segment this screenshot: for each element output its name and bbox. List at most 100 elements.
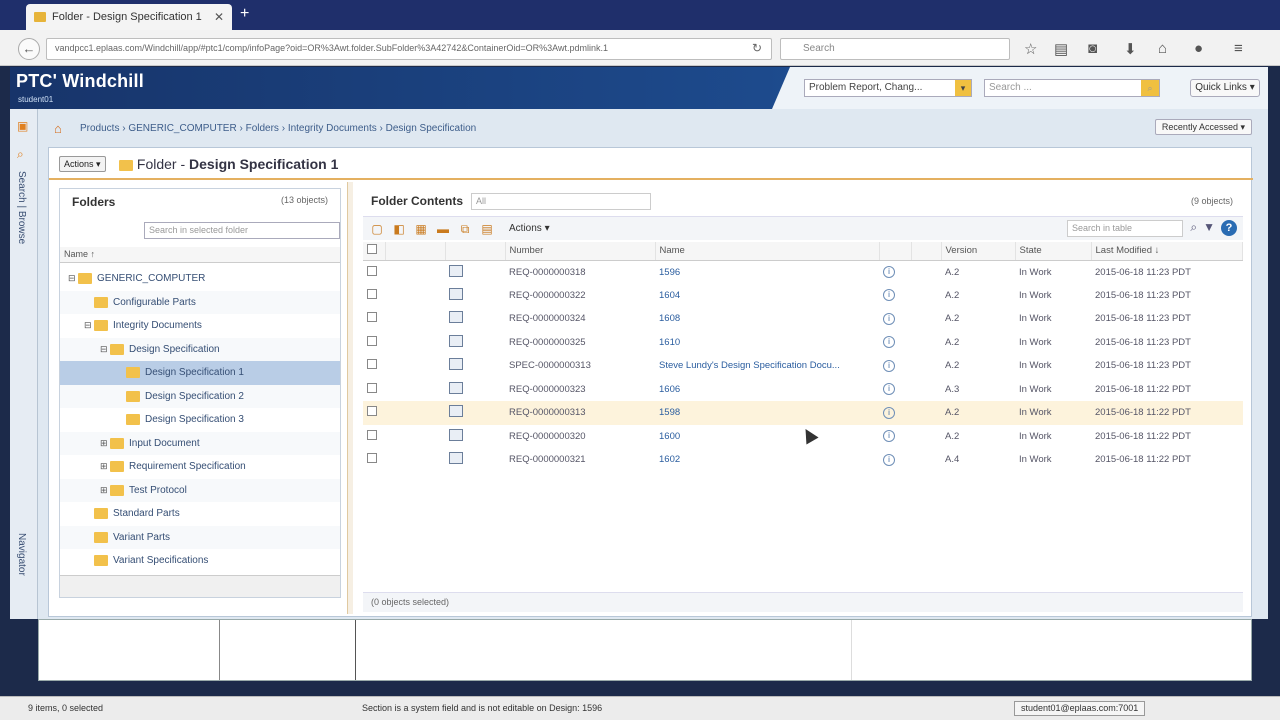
close-tab-icon[interactable]: ✕	[214, 10, 224, 24]
breadcrumb[interactable]: Products › GENERIC_COMPUTER › Folders › …	[80, 123, 476, 134]
browser-tab[interactable]: Folder - Design Specification 1 ✕	[26, 4, 232, 30]
row-checkbox[interactable]	[367, 288, 377, 299]
expand-toggle-icon[interactable]: ⊟	[68, 273, 78, 284]
table-row[interactable]: REQ-0000000318 1596 i A.2 In Work 2015-06-18 …	[363, 260, 1243, 284]
table-row[interactable]: REQ-0000000313 1598 i A.2 In Work 2015-06-18 …	[363, 401, 1243, 425]
browser-search-input[interactable]: Search	[780, 38, 1010, 60]
table-row[interactable]: REQ-0000000323 1606 i A.3 In Work 2015-06-18 …	[363, 378, 1243, 402]
panel-splitter[interactable]	[347, 182, 353, 614]
new-document-icon[interactable]: ▢	[369, 221, 385, 237]
tree-item[interactable]: Standard Parts	[60, 502, 340, 526]
expand-toggle-icon[interactable]: ⊞	[100, 461, 110, 472]
select-all-header[interactable]	[363, 242, 386, 261]
chevron-down-icon[interactable]: ▾	[955, 80, 971, 96]
info-icon[interactable]: i	[883, 453, 895, 466]
tree-item[interactable]: Variant Specifications	[60, 549, 340, 573]
cell-name[interactable]: 1596	[655, 260, 879, 284]
navigator-label[interactable]: Navigator	[16, 533, 27, 576]
reload-icon[interactable]: ↻	[752, 41, 762, 55]
tree-item[interactable]: ⊞ Input Document	[60, 431, 340, 455]
quick-links-button[interactable]: Quick Links ▾	[1190, 79, 1260, 97]
tree-item[interactable]: ⊞ Test Protocol	[60, 478, 340, 502]
chat-icon[interactable]: ●	[1194, 40, 1203, 57]
bookmarks-list-icon[interactable]: ▤	[1054, 40, 1068, 58]
search-go-icon[interactable]: ⌕	[1141, 80, 1159, 96]
cell-name[interactable]: 1598	[655, 401, 879, 425]
column-number[interactable]: Number	[505, 242, 656, 261]
tree-item[interactable]: ⊞ Requirement Specification	[60, 455, 340, 479]
row-checkbox[interactable]	[367, 429, 377, 440]
column-version[interactable]: Version	[941, 242, 1016, 261]
cell-name[interactable]: 1610	[655, 331, 879, 355]
column-last-modified[interactable]: Last Modified ↓	[1091, 242, 1243, 261]
address-bar[interactable]: vandpcc1.eplaas.com/Windchill/app/#ptc1/…	[46, 38, 772, 60]
info-icon[interactable]: i	[883, 383, 895, 396]
tree-item[interactable]: ⊟ Design Specification	[60, 337, 340, 361]
column-name[interactable]: Name	[655, 242, 880, 261]
cell-name[interactable]: 1606	[655, 378, 879, 402]
download-icon[interactable]: ⬇	[1124, 40, 1137, 58]
expand-toggle-icon[interactable]: ⊞	[100, 485, 110, 496]
cell-name[interactable]: 1602	[655, 448, 879, 472]
search-type-select[interactable]: Problem Report, Chang... ▾	[804, 79, 972, 97]
tree-column-name[interactable]: Name ↑	[60, 247, 340, 263]
tree-item[interactable]: ⊟ Integrity Documents	[60, 314, 340, 338]
new-tab-icon[interactable]: +	[240, 5, 249, 23]
folder-add-icon[interactable]: ▬	[435, 221, 451, 237]
cell-name[interactable]: 1600	[655, 425, 879, 449]
folder-search-input[interactable]: Search in selected folder	[144, 222, 340, 239]
new-part-icon[interactable]: ◧	[391, 221, 407, 237]
info-icon[interactable]: i	[883, 312, 895, 325]
row-checkbox[interactable]	[367, 265, 377, 276]
home-breadcrumb-icon[interactable]: ⌂	[54, 121, 62, 136]
view-select[interactable]: All	[471, 192, 651, 210]
expand-toggle-icon[interactable]: ⊟	[84, 320, 94, 331]
table-row[interactable]: REQ-0000000324 1608 i A.2 In Work 2015-06-18 …	[363, 307, 1243, 331]
tree-item[interactable]: Variant Parts	[60, 525, 340, 549]
filter-icon[interactable]: ▼	[1203, 220, 1215, 236]
tree-item[interactable]: Configurable Parts	[60, 290, 340, 314]
back-button[interactable]: ←	[18, 38, 40, 60]
row-checkbox[interactable]	[367, 406, 377, 417]
expand-toggle-icon[interactable]: ⊞	[100, 438, 110, 449]
table-row[interactable]: REQ-0000000322 1604 i A.2 In Work 2015-06-18 …	[363, 284, 1243, 308]
search-table-icon[interactable]: ⌕	[1190, 220, 1197, 236]
row-checkbox[interactable]	[367, 312, 377, 323]
info-icon[interactable]: i	[883, 359, 895, 372]
recent-icon[interactable]: ▣	[17, 119, 31, 133]
row-checkbox[interactable]	[367, 453, 377, 464]
copy-icon[interactable]: ⧉	[457, 221, 473, 237]
column-state[interactable]: State	[1015, 242, 1092, 261]
tree-item[interactable]: Design Specification 2	[60, 384, 340, 408]
recently-accessed-button[interactable]: Recently Accessed ▾	[1154, 119, 1252, 135]
home-icon[interactable]: ⌂	[1158, 40, 1167, 57]
table-row[interactable]: REQ-0000000325 1610 i A.2 In Work 2015-06-18 …	[363, 331, 1243, 355]
help-icon[interactable]: ?	[1221, 220, 1237, 236]
info-icon[interactable]: i	[883, 336, 895, 349]
bookmark-star-icon[interactable]: ☆	[1024, 40, 1037, 58]
row-checkbox[interactable]	[367, 359, 377, 370]
select-all-checkbox[interactable]	[367, 244, 377, 255]
cell-name[interactable]: Steve Lundy's Design Specification Docu.…	[655, 354, 879, 378]
search-browse-label[interactable]: Search | Browse	[16, 171, 27, 244]
info-icon[interactable]: i	[883, 289, 895, 302]
contents-actions-button[interactable]: Actions ▾	[509, 223, 550, 234]
info-icon[interactable]: i	[883, 430, 895, 443]
new-folder-icon[interactable]: ▦	[413, 221, 429, 237]
cell-name[interactable]: 1608	[655, 307, 879, 331]
table-row[interactable]: SPEC-0000000313 Steve Lundy's Design Spec…	[363, 354, 1243, 378]
actions-button[interactable]: Actions ▾	[59, 156, 106, 172]
info-icon[interactable]: i	[883, 406, 895, 419]
tree-item[interactable]: ⊟ GENERIC_COMPUTER	[60, 267, 340, 291]
expand-toggle-icon[interactable]: ⊟	[100, 344, 110, 355]
info-icon[interactable]: i	[883, 266, 895, 278]
menu-icon[interactable]: ≡	[1234, 40, 1243, 57]
tree-item[interactable]: Design Specification 3	[60, 408, 340, 432]
table-row[interactable]: REQ-0000000321 1602 i A.4 In Work 2015-06-18 …	[363, 448, 1243, 472]
row-checkbox[interactable]	[367, 335, 377, 346]
paste-icon[interactable]: ▤	[479, 221, 495, 237]
tree-item[interactable]: Design Specification 1	[60, 361, 340, 385]
search-rail-icon[interactable]: ⌕	[17, 147, 31, 161]
row-checkbox[interactable]	[367, 382, 377, 393]
pocket-icon[interactable]: ◙	[1088, 40, 1097, 57]
